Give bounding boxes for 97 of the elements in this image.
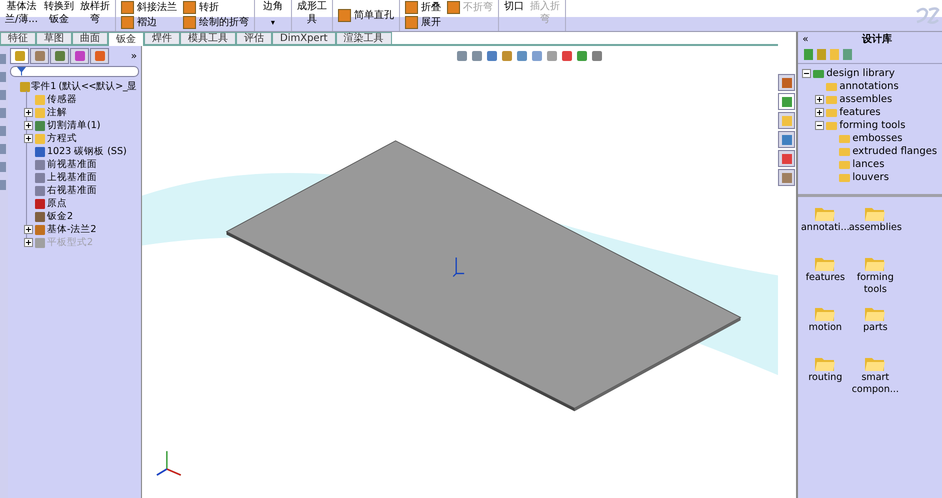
folder-icon (839, 160, 850, 168)
tree-item[interactable]: 传感器 (47, 93, 77, 106)
library-tool-icon[interactable] (804, 49, 814, 60)
library-tab-icon[interactable] (778, 93, 796, 110)
tab[interactable]: 渲染工具 (336, 32, 392, 46)
folder-item[interactable]: smart compon... (850, 355, 900, 399)
tree-item[interactable]: 原点 (47, 197, 67, 210)
tree-item[interactable]: 注解 (47, 106, 67, 119)
tab[interactable]: 曲面 (72, 32, 108, 46)
library-tool-icon[interactable] (817, 49, 826, 60)
folder-item[interactable]: routing (800, 355, 850, 399)
tree-item[interactable]: design library (826, 68, 895, 79)
expand-toggle[interactable] (815, 121, 824, 130)
folder-icon (826, 108, 838, 116)
tree-item[interactable]: louvers (852, 172, 889, 183)
tree-item[interactable]: embosses (852, 133, 902, 144)
expand-toggle[interactable] (815, 95, 824, 104)
folder-item[interactable]: assemblies (850, 205, 900, 249)
toolbar-button[interactable]: 切口 (500, 0, 527, 31)
folder-item[interactable]: features (800, 255, 850, 299)
panel-tab-icon[interactable] (50, 48, 69, 64)
toolbar-button[interactable]: 绘制的折弯 (180, 15, 252, 30)
tab[interactable]: 评估 (236, 32, 272, 46)
tree-item[interactable]: 零件1 (默认<<默认>_显 (31, 80, 137, 93)
tree-item[interactable]: forming tools (839, 120, 906, 131)
folder-item[interactable]: forming tools (850, 255, 900, 299)
expand-toggle[interactable] (24, 121, 33, 130)
folder-icon (839, 134, 850, 142)
folder-icon (839, 174, 850, 182)
folder-icon (864, 305, 886, 322)
library-tab-icon[interactable] (778, 112, 796, 129)
expand-toggle[interactable] (24, 108, 33, 117)
expand-toggle[interactable] (24, 225, 33, 234)
tree-item[interactable]: features (839, 107, 881, 118)
tree-item[interactable]: assembles (839, 94, 892, 105)
library-icon (813, 70, 824, 78)
folder-icon (826, 122, 838, 130)
tree-item[interactable]: 右视基准面 (47, 184, 97, 197)
library-tool-icon[interactable] (843, 49, 852, 60)
folder-item[interactable]: motion (800, 305, 850, 349)
expand-toggle[interactable] (24, 134, 33, 143)
tree-item[interactable]: lances (852, 159, 884, 170)
panel-tab-icon[interactable] (90, 48, 109, 64)
tree-item[interactable]: 上视基准面 (47, 171, 97, 184)
panel-tab-icon[interactable] (70, 48, 89, 64)
panel-tab-icon[interactable] (30, 48, 49, 64)
folder-icon (864, 205, 886, 222)
tab[interactable]: 钣金 (108, 32, 144, 46)
toolbar-button[interactable]: 成形工 具 (294, 0, 330, 31)
library-tab-icon[interactable] (778, 74, 796, 91)
library-tab-icon[interactable] (778, 169, 796, 186)
tab[interactable]: 模具工具 (180, 32, 236, 46)
toolbar-button[interactable]: 基体法 兰/薄... (2, 0, 41, 31)
axis-triad-icon (156, 450, 182, 476)
tab[interactable]: DimXpert (272, 32, 336, 46)
tab[interactable]: 焊件 (144, 32, 180, 46)
collapse-button[interactable]: « (798, 34, 812, 44)
tree-item[interactable]: 1023 碳钢板 (SS) (47, 145, 127, 158)
origin-axes-icon (452, 256, 465, 278)
toolbar-button[interactable]: 折叠 (402, 0, 444, 15)
folder-icon (826, 96, 838, 104)
tree-item[interactable]: 前视基准面 (47, 158, 97, 171)
tree-item[interactable]: 基体-法兰2 (47, 223, 96, 236)
expand-toggle[interactable] (815, 108, 824, 117)
folder-icon (864, 355, 886, 372)
tree-item[interactable]: 方程式 (47, 132, 77, 145)
folder-icon (826, 82, 838, 90)
folder-icon (839, 148, 850, 156)
tree-item[interactable]: 切割清单(1) (47, 119, 100, 132)
dropdown-button[interactable]: 边角 ▾ (256, 0, 289, 31)
toolbar-button[interactable]: 放样折 弯 (76, 0, 113, 31)
folder-item[interactable]: annotati... (800, 205, 850, 249)
folder-icon (814, 305, 836, 322)
toolbar-button[interactable]: 转换到 钣金 (40, 0, 77, 31)
tree-item[interactable]: extruded flanges (852, 146, 938, 157)
tab[interactable]: 草图 (36, 32, 72, 46)
tree-item[interactable]: 钣金2 (47, 210, 74, 223)
panel-tab-icon[interactable] (10, 48, 29, 64)
panel-title: 设计库 (860, 32, 894, 46)
folder-item[interactable]: parts (850, 305, 900, 349)
filter-icon (17, 67, 26, 76)
library-tab-icon[interactable] (778, 150, 796, 167)
toolbar-button[interactable]: 斜接法兰 (118, 0, 180, 15)
folder-icon (864, 255, 886, 272)
collapse-button[interactable]: » (126, 50, 141, 62)
library-tab-icon[interactable] (778, 131, 796, 148)
tree-item[interactable]: annotations (839, 81, 899, 92)
filter-field[interactable] (10, 66, 139, 77)
expand-toggle[interactable] (802, 69, 812, 78)
folder-icon (814, 205, 836, 222)
toolbar-button[interactable]: 褶边 (118, 15, 180, 30)
folder-icon (814, 255, 836, 272)
toolbar-button[interactable]: 展开 (402, 15, 444, 30)
toolbar-button[interactable]: 简单直孔 (334, 0, 397, 31)
folder-icon (814, 355, 836, 372)
tab[interactable]: 特征 (0, 32, 36, 46)
toolbar-button[interactable]: 转折 (180, 0, 252, 15)
